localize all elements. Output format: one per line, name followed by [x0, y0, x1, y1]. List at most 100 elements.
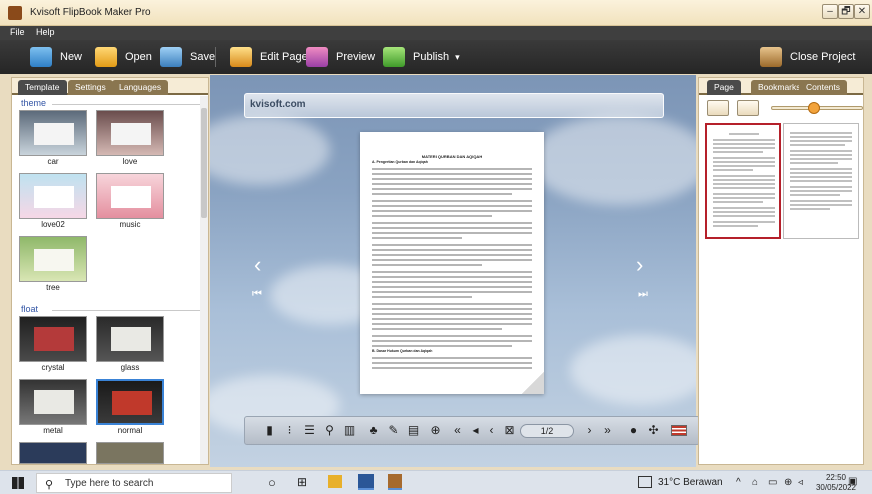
tab-contents[interactable]: Contents	[799, 80, 848, 95]
file-explorer-icon[interactable]	[328, 475, 342, 488]
template-label-love02: love02	[41, 220, 65, 229]
taskbar-search-box[interactable]: ⚲ Type here to search	[36, 473, 232, 493]
page-subheading: B. Dasar Hukum Qurban dan Aqiqah	[372, 349, 433, 353]
template-thumb-love02[interactable]	[19, 173, 87, 219]
menu-file[interactable]: File	[10, 27, 25, 37]
close-project-button[interactable]: Close Project	[760, 45, 855, 69]
template-thumb-metal[interactable]	[19, 379, 87, 425]
windows-taskbar: ⚲ Type here to search ○ ⊞ 31°C Berawan ^…	[0, 470, 872, 494]
fullscreen-icon[interactable]: ✣	[647, 424, 660, 437]
sound-icon[interactable]: ◂	[469, 424, 482, 437]
tab-template[interactable]: Template	[18, 80, 67, 95]
first-page-button-icon[interactable]: «	[451, 424, 464, 437]
tray-chevron-icon[interactable]: ^	[736, 477, 741, 488]
publish-button[interactable]: Publish ▾	[383, 45, 460, 69]
tab-languages[interactable]: Languages	[112, 80, 169, 95]
toolbar-divider	[215, 47, 216, 67]
share-icon[interactable]: ♣	[367, 424, 380, 437]
open-folder-icon	[95, 47, 117, 67]
left-scrollbar[interactable]	[200, 96, 208, 464]
template-thumb-more[interactable]	[96, 442, 164, 464]
template-thumb-normal[interactable]	[96, 379, 164, 425]
new-icon	[30, 47, 52, 67]
scrollbar-thumb[interactable]	[201, 108, 207, 218]
page-thumbnail-2[interactable]	[783, 123, 859, 239]
volume-icon[interactable]: ◃	[798, 477, 803, 488]
section-theme: theme	[21, 98, 47, 108]
battery-icon[interactable]: ▭	[768, 477, 777, 488]
template-label-normal: normal	[117, 426, 143, 435]
word-icon[interactable]	[358, 474, 374, 490]
next-page-arrow-icon[interactable]: ›	[636, 252, 643, 278]
title-bar: Kvisoft FlipBook Maker Pro – 🗗 ✕	[0, 0, 872, 26]
weather-icon[interactable]	[638, 476, 652, 488]
page-thumbnail-1[interactable]	[705, 123, 781, 239]
slider-knob[interactable]	[808, 102, 820, 114]
delete-page-button[interactable]	[737, 100, 759, 116]
note-icon[interactable]: ▤	[407, 424, 420, 437]
template-label-tree: tree	[46, 283, 60, 292]
maximize-button[interactable]: 🗗	[838, 4, 854, 19]
template-thumb-glass[interactable]	[96, 316, 164, 362]
new-button[interactable]: New	[30, 45, 82, 69]
page-curl-corner[interactable]	[522, 372, 544, 394]
section-divider	[52, 310, 202, 311]
preview-label: Preview	[336, 51, 376, 63]
tab-page[interactable]: Page	[707, 80, 741, 95]
search-icon[interactable]: ⚲	[323, 424, 336, 437]
template-thumb-music[interactable]	[96, 173, 164, 219]
publish-icon	[383, 47, 405, 67]
language-icon[interactable]: ⊕	[784, 477, 792, 488]
next-icon[interactable]: ›	[583, 424, 596, 437]
search-icon: ⚲	[45, 479, 54, 491]
close-window-button[interactable]: ✕	[854, 4, 870, 19]
publish-dropdown-icon[interactable]: ▾	[455, 52, 460, 63]
flipbook-control-bar: ▮ ⁝ ☰ ⚲ ▥ ♣ ✎ ▤ ⊕ « ◂ ‹ ⊠ › » ● ✣	[244, 416, 700, 445]
windows-start-icon[interactable]	[12, 477, 24, 489]
template-thumb-crystal[interactable]	[19, 316, 87, 362]
menu-bar: File Help	[0, 26, 872, 40]
save-button[interactable]: Save	[160, 45, 215, 69]
open-label: Open	[125, 51, 152, 63]
first-page-icon[interactable]: ⏮	[252, 288, 262, 301]
tab-settings[interactable]: Settings	[68, 80, 113, 95]
template-label-crystal: crystal	[41, 363, 65, 372]
insert-page-button[interactable]	[707, 100, 729, 116]
zoom-icon[interactable]: ⊠	[503, 424, 516, 437]
language-flag-icon[interactable]	[671, 425, 687, 436]
task-view-icon[interactable]: ⊞	[297, 475, 307, 489]
right-tabstrip: Page Bookmarks Contents	[699, 78, 863, 95]
weather-text[interactable]: 31°C Berawan	[658, 477, 723, 488]
page-number-input[interactable]: 1/2	[520, 424, 574, 438]
thumbnail-zoom-slider[interactable]	[771, 102, 863, 114]
template-thumb-love[interactable]	[96, 110, 164, 156]
minimize-button[interactable]: –	[822, 4, 838, 19]
preview-button[interactable]: Preview	[306, 45, 375, 69]
email-icon[interactable]: ⊕	[429, 424, 442, 437]
pen-icon[interactable]: ✎	[387, 424, 400, 437]
print-icon[interactable]: ▮	[263, 424, 276, 437]
record-icon[interactable]: ●	[627, 424, 640, 437]
template-thumb-more[interactable]	[19, 442, 87, 464]
bookmark-icon[interactable]: ▥	[343, 424, 356, 437]
prev-icon[interactable]: ‹	[485, 424, 498, 437]
template-label-metal: metal	[43, 426, 63, 435]
flipbook-app-icon[interactable]	[388, 474, 402, 490]
template-thumb-car[interactable]	[19, 110, 87, 156]
menu-help[interactable]: Help	[36, 27, 55, 37]
cortana-icon[interactable]: ○	[268, 475, 276, 490]
close-project-label: Close Project	[790, 51, 856, 63]
open-button[interactable]: Open	[95, 45, 152, 69]
section-divider	[52, 104, 202, 105]
prev-page-arrow-icon[interactable]: ‹	[254, 252, 261, 278]
notifications-icon[interactable]: ▣	[848, 476, 857, 487]
last-page-button-icon[interactable]: »	[601, 424, 614, 437]
book-page[interactable]: MATERI QURBAN DAN AQIQAH A. Pengertian Q…	[360, 132, 544, 394]
edit-page-button[interactable]: Edit Page	[230, 45, 308, 69]
network-icon[interactable]: ⌂	[752, 477, 758, 488]
template-thumb-tree[interactable]	[19, 236, 87, 282]
thumbnails-icon[interactable]: ⁝	[283, 424, 296, 437]
last-page-icon[interactable]: ⏭	[638, 288, 648, 301]
table-of-contents-icon[interactable]: ☰	[303, 424, 316, 437]
template-label-music: music	[119, 220, 141, 229]
